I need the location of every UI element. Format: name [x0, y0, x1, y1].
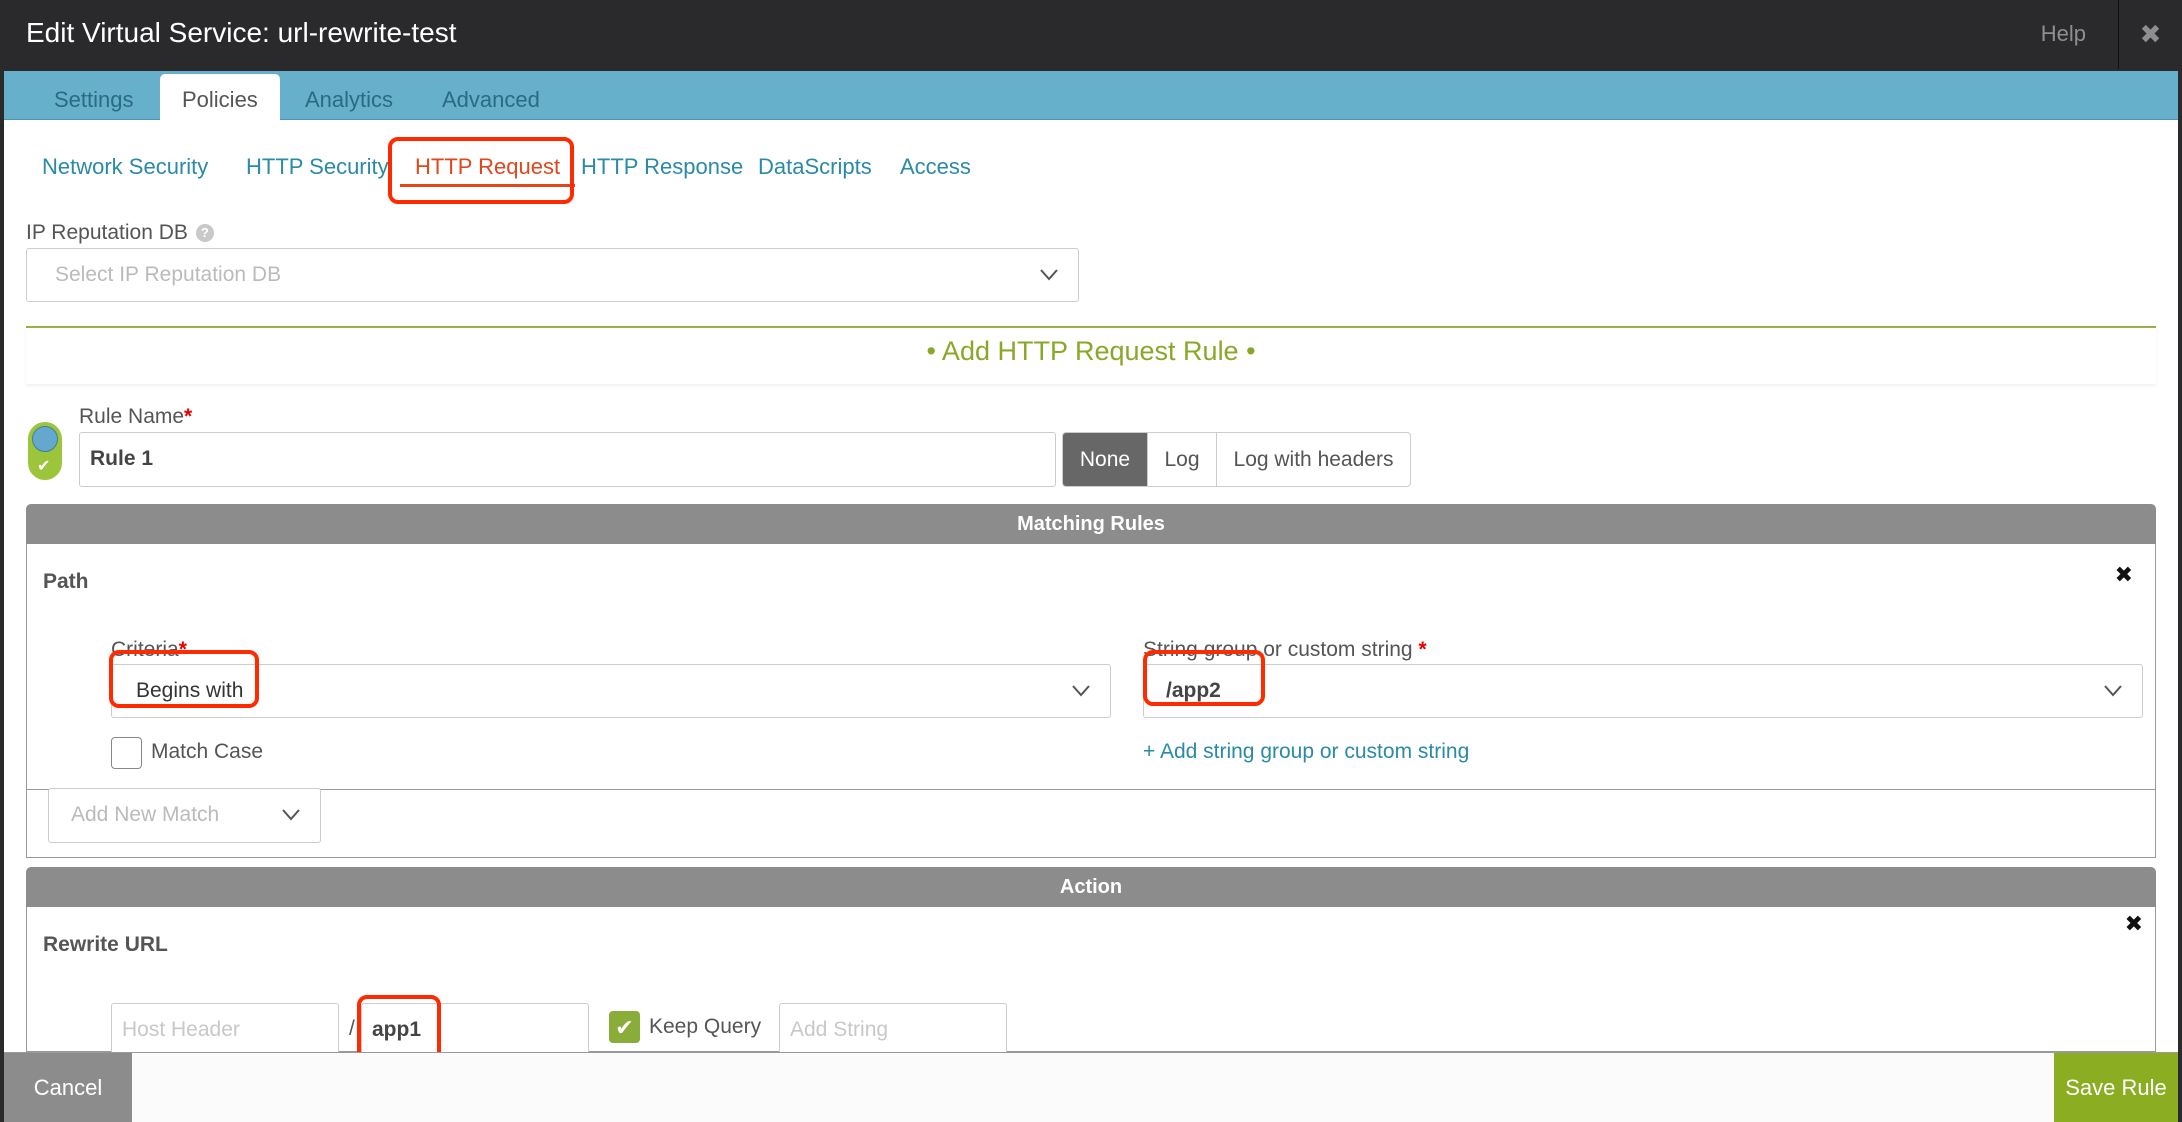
path-title: Path: [43, 570, 89, 593]
match-case-label: Match Case: [151, 740, 264, 763]
cancel-button[interactable]: Cancel: [4, 1053, 132, 1122]
chevron-down-icon: [1040, 269, 1058, 281]
subtab-http-security[interactable]: HTTP Security: [246, 150, 389, 184]
chevron-down-icon: [282, 809, 300, 821]
add-string-group-link[interactable]: + Add string group or custom string: [1143, 740, 1469, 764]
rewrite-url-title: Rewrite URL: [43, 933, 168, 956]
logging-button-group: None Log Log with headers: [1062, 432, 1411, 487]
ip-reputation-label-text: IP Reputation DB: [26, 221, 188, 244]
rewrite-path-input[interactable]: app1: [361, 1003, 589, 1058]
rule-name-input[interactable]: Rule 1: [79, 432, 1056, 487]
rule-enable-toggle[interactable]: ✔: [28, 422, 62, 480]
criteria-label-text: Criteria: [111, 638, 179, 661]
required-mark: *: [1418, 638, 1427, 661]
subtab-network-security[interactable]: Network Security: [42, 150, 208, 184]
toggle-knob: [32, 426, 58, 452]
dialog-titlebar: Edit Virtual Service: url-rewrite-test H…: [0, 0, 2182, 69]
save-rule-button[interactable]: Save Rule: [2054, 1053, 2178, 1122]
string-group-label: String group or custom string *: [1143, 638, 1427, 662]
log-button[interactable]: Log: [1147, 433, 1216, 486]
string-group-value: /app2: [1166, 679, 1221, 702]
remove-action-icon[interactable]: ✖: [2125, 911, 2143, 937]
dialog-footer: Cancel Save Rule: [4, 1052, 2178, 1122]
subtab-http-response[interactable]: HTTP Response: [581, 150, 743, 184]
keep-query-checkbox[interactable]: ✔: [609, 1011, 640, 1043]
keep-query-label: Keep Query: [649, 1015, 762, 1038]
help-icon[interactable]: ?: [195, 224, 214, 242]
remove-path-icon[interactable]: ✖: [2115, 562, 2133, 588]
log-none-button[interactable]: None: [1063, 433, 1147, 486]
matching-rules-header: Matching Rules: [26, 504, 2156, 544]
add-rule-title: • Add HTTP Request Rule •: [926, 336, 1256, 366]
subtab-access[interactable]: Access: [900, 150, 971, 184]
host-header-input[interactable]: Host Header: [111, 1003, 339, 1058]
string-group-select[interactable]: /app2: [1143, 664, 2143, 718]
log-with-headers-button[interactable]: Log with headers: [1216, 433, 1410, 486]
rule-name-label-text: Rule Name: [79, 405, 185, 428]
ip-reputation-placeholder: Select IP Reputation DB: [55, 263, 282, 286]
help-link[interactable]: Help: [2041, 21, 2086, 47]
required-mark: *: [184, 405, 193, 428]
add-string-input[interactable]: Add String: [779, 1003, 1007, 1058]
required-mark: *: [178, 638, 187, 661]
main-tab-bar: Settings Policies Analytics Advanced: [4, 71, 2178, 120]
close-icon[interactable]: ✖: [2118, 0, 2182, 69]
chevron-down-icon: [1072, 685, 1090, 697]
tab-settings[interactable]: Settings: [32, 74, 156, 120]
add-new-match-select[interactable]: Add New Match: [48, 788, 321, 843]
match-case-checkbox[interactable]: [111, 737, 142, 769]
criteria-value: Begins with: [136, 679, 244, 702]
check-icon: ✔: [37, 458, 51, 475]
tab-advanced[interactable]: Advanced: [420, 74, 562, 120]
path-separator: /: [349, 1017, 355, 1040]
subtab-datascripts[interactable]: DataScripts: [758, 150, 872, 184]
chevron-down-icon: [2104, 685, 2122, 697]
divider: [27, 789, 2155, 790]
dialog-title: Edit Virtual Service: url-rewrite-test: [26, 17, 457, 48]
add-rule-header: • Add HTTP Request Rule •: [26, 326, 2156, 384]
tab-analytics[interactable]: Analytics: [283, 74, 415, 120]
subtab-http-request[interactable]: HTTP Request: [400, 150, 576, 187]
tab-policies[interactable]: Policies: [160, 74, 280, 120]
add-new-match-placeholder: Add New Match: [71, 803, 220, 826]
rule-name-label: Rule Name*: [79, 405, 192, 429]
criteria-label: Criteria*: [111, 638, 187, 662]
ip-reputation-label: IP Reputation DB?: [26, 221, 214, 245]
dialog-content: Network Security HTTP Security HTTP Requ…: [4, 120, 2178, 1071]
action-header: Action: [26, 867, 2156, 907]
ip-reputation-select[interactable]: Select IP Reputation DB: [26, 248, 1079, 302]
action-panel: Rewrite URL ✖ Host Header / app1 ✔ Keep …: [26, 907, 2156, 1071]
string-group-label-text: String group or custom string: [1143, 638, 1413, 661]
criteria-select[interactable]: Begins with: [111, 664, 1111, 718]
matching-rules-panel: Path ✖ Criteria* Begins with Match Case …: [26, 544, 2156, 858]
